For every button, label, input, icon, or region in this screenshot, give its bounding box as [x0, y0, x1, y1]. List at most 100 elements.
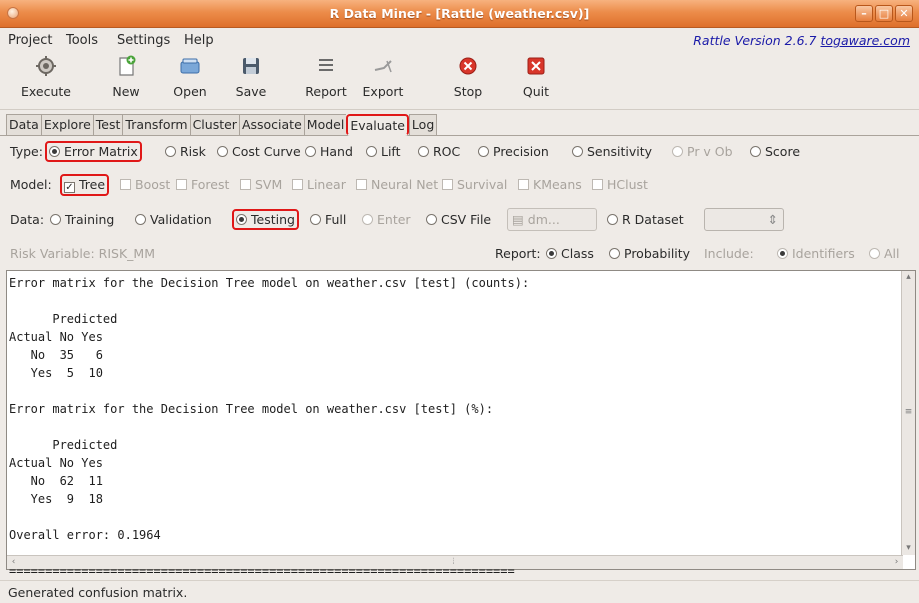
model-forest: Forest — [176, 177, 229, 192]
report-button[interactable]: Report — [296, 55, 356, 99]
type-label: Type: — [10, 144, 43, 159]
type-precision[interactable]: Precision — [478, 144, 549, 159]
version-info: Rattle Version 2.6.7 togaware.com — [693, 33, 910, 48]
report-class[interactable]: Class — [546, 246, 594, 261]
data-full[interactable]: Full — [310, 212, 346, 227]
data-validation[interactable]: Validation — [135, 212, 212, 227]
model-tree-label: Tree — [79, 177, 106, 192]
scroll-right-icon[interactable]: › — [890, 556, 903, 569]
model-svm: SVM — [240, 177, 282, 192]
status-text: Generated confusion matrix. — [8, 585, 188, 600]
toolbar: Execute New Open Save Report Export Stop… — [0, 52, 919, 110]
model-neural-net: Neural Net — [356, 177, 438, 192]
minimize-button[interactable]: – — [855, 5, 873, 22]
window-title-bar: R Data Miner - [Rattle (weather.csv)] – … — [0, 0, 919, 28]
output-textview[interactable]: Error matrix for the Decision Tree model… — [6, 270, 916, 578]
data-row: Data: Training Validation Testing Full E… — [10, 208, 910, 232]
menu-help[interactable]: Help — [184, 33, 214, 48]
quit-icon — [527, 57, 545, 75]
scroll-down-icon[interactable]: ▾ — [902, 542, 915, 555]
type-sensitivity[interactable]: Sensitivity — [572, 144, 652, 159]
model-linear: Linear — [292, 177, 346, 192]
tab-model[interactable]: Model — [303, 114, 347, 136]
report-label: Report: — [495, 246, 541, 261]
type-cost-curve[interactable]: Cost Curve — [217, 144, 301, 159]
type-lift[interactable]: Lift — [366, 144, 401, 159]
menu-tools[interactable]: Tools — [66, 33, 98, 48]
close-window-button[interactable]: ✕ — [895, 5, 913, 22]
report-icon — [319, 59, 333, 71]
include-identifiers: Identifiers — [777, 246, 855, 261]
new-file-icon — [119, 55, 136, 76]
csv-file-chooser-label: dm... — [527, 212, 560, 227]
new-label: New — [112, 84, 140, 99]
tab-explore[interactable]: Explore — [40, 114, 93, 136]
stop-button[interactable]: Stop — [438, 55, 498, 99]
data-label: Data: — [10, 212, 45, 227]
execute-label: Execute — [21, 84, 71, 99]
spin-icon: ⇕ — [767, 212, 778, 227]
type-score[interactable]: Score — [750, 144, 800, 159]
output-text: Error matrix for the Decision Tree model… — [9, 276, 530, 578]
data-testing-label: Testing — [251, 212, 295, 227]
open-icon — [180, 58, 200, 74]
type-risk[interactable]: Risk — [165, 144, 206, 159]
export-icon — [374, 60, 392, 73]
scroll-left-icon[interactable]: ‹ — [7, 556, 20, 569]
horizontal-scrollbar[interactable]: ‹ ⦙ › — [7, 555, 903, 569]
vertical-scrollbar[interactable]: ▴ ≡ ▾ — [901, 271, 915, 555]
type-error-matrix[interactable]: Error Matrix — [45, 141, 142, 162]
tab-transform[interactable]: Transform — [122, 114, 190, 136]
scroll-up-icon[interactable]: ▴ — [902, 271, 915, 284]
tab-log[interactable]: Log — [408, 114, 438, 136]
radio-icon — [236, 214, 247, 225]
status-bar: Generated confusion matrix. — [0, 580, 919, 603]
data-csv-file[interactable]: CSV File — [426, 212, 491, 227]
model-tree[interactable]: ✓ Tree — [60, 174, 110, 196]
menu-bar: Project Tools Settings Help Rattle Versi… — [0, 28, 919, 52]
menu-project[interactable]: Project — [8, 33, 52, 48]
type-error-matrix-label: Error Matrix — [64, 144, 138, 159]
quit-button[interactable]: Quit — [506, 55, 566, 99]
r-dataset-combo[interactable]: ⇕ — [704, 208, 784, 231]
new-button[interactable]: New — [96, 55, 156, 99]
type-roc[interactable]: ROC — [418, 144, 460, 159]
togaware-link[interactable]: togaware.com — [820, 33, 910, 48]
stop-icon — [459, 57, 477, 75]
save-label: Save — [235, 84, 267, 99]
report-row: Risk Variable: RISK_MM Report: Class Pro… — [10, 246, 915, 268]
tab-test[interactable]: Test — [92, 114, 123, 136]
window-title: R Data Miner - [Rattle (weather.csv)] — [329, 6, 590, 21]
tab-evaluate[interactable]: Evaluate — [346, 114, 409, 136]
scroll-grip-icon: ≡ — [904, 407, 913, 417]
data-training[interactable]: Training — [50, 212, 114, 227]
checkbox-checked-icon: ✓ — [64, 182, 75, 193]
report-label: Report — [305, 84, 347, 99]
quit-label: Quit — [522, 84, 550, 99]
include-all: All — [869, 246, 900, 261]
model-kmeans: KMeans — [518, 177, 582, 192]
save-button[interactable]: Save — [221, 55, 281, 99]
export-button[interactable]: Export — [353, 55, 413, 99]
model-row: Model: ✓ Tree Boost Forest SVM Linear Neu… — [10, 174, 910, 199]
open-button[interactable]: Open — [160, 55, 220, 99]
execute-button[interactable]: Execute — [16, 55, 76, 99]
type-hand[interactable]: Hand — [305, 144, 353, 159]
version-text: Rattle Version 2.6.7 — [693, 33, 821, 48]
menu-settings[interactable]: Settings — [117, 33, 170, 48]
tab-cluster[interactable]: Cluster — [189, 114, 239, 136]
maximize-button[interactable]: □ — [875, 5, 893, 22]
tab-associate[interactable]: Associate — [238, 114, 304, 136]
model-boost: Boost — [120, 177, 170, 192]
risk-variable: Risk Variable: RISK_MM — [10, 246, 156, 261]
tab-bar: Data Explore Test Transform Cluster Asso… — [6, 114, 438, 136]
tab-data[interactable]: Data — [6, 114, 41, 136]
open-label: Open — [173, 84, 207, 99]
report-probability[interactable]: Probability — [609, 246, 690, 261]
data-testing[interactable]: Testing — [232, 209, 299, 230]
scroll-grip-icon: ⦙ — [452, 557, 455, 567]
stop-label: Stop — [453, 84, 483, 99]
csv-file-chooser: ▤ dm... — [507, 208, 597, 231]
type-row: Type: Error Matrix Risk Cost Curve Hand … — [10, 141, 910, 166]
data-r-dataset[interactable]: R Dataset — [607, 212, 684, 227]
